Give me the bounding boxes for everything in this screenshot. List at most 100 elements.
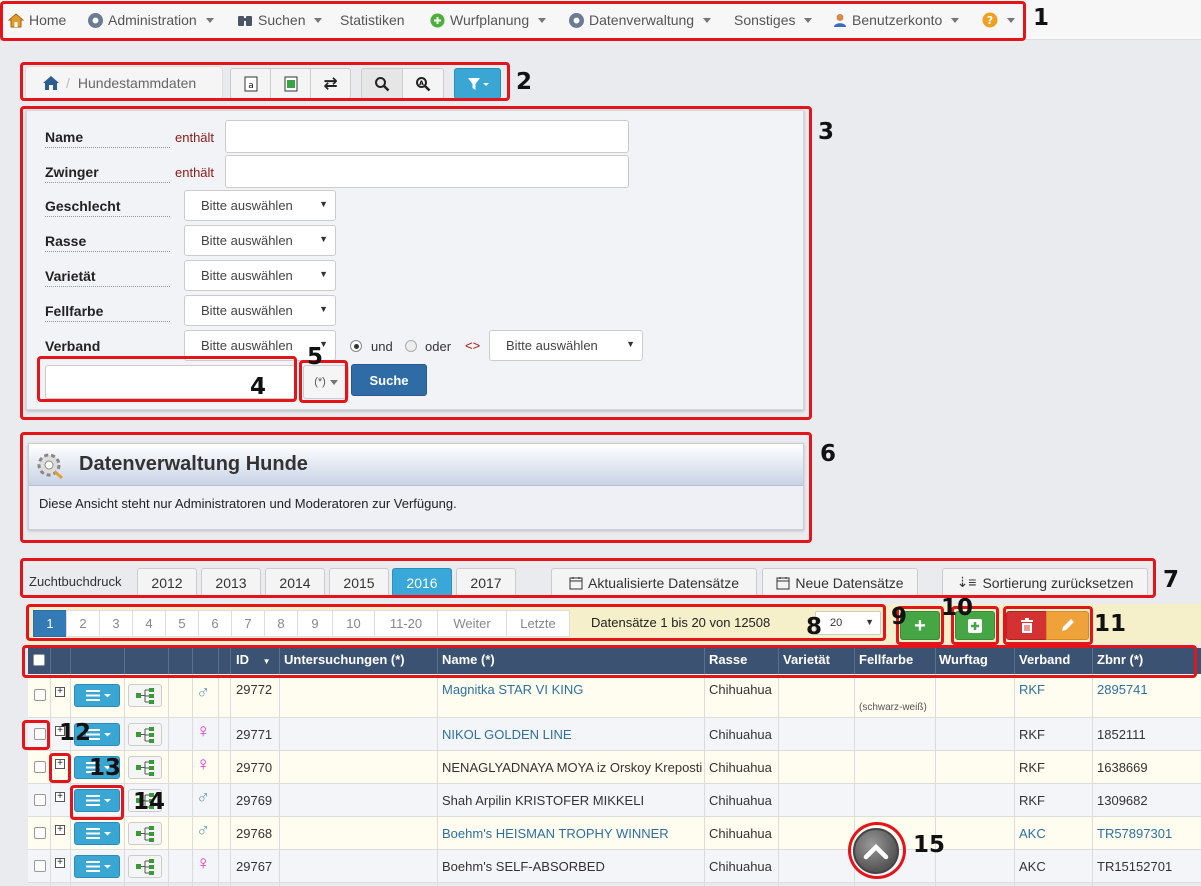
expand-icon[interactable]: +: [55, 792, 65, 802]
cell-verband[interactable]: RKF: [1019, 682, 1045, 697]
zwinger-operator: enthält: [175, 165, 215, 180]
page-next[interactable]: Weiter: [437, 610, 507, 637]
swap-button[interactable]: ⇄: [310, 68, 351, 99]
chevron-down-icon: [804, 17, 813, 23]
col-id[interactable]: ID ▼: [236, 652, 271, 667]
name-operator: enthält: [175, 130, 215, 145]
row-checkbox[interactable]: [34, 794, 46, 806]
nav-suchen[interactable]: Suchen: [237, 12, 323, 28]
not-equal-toggle[interactable]: <>: [465, 338, 480, 353]
nav-administration[interactable]: Administration: [88, 12, 214, 28]
page-range-11-20[interactable]: 11-20: [374, 610, 438, 637]
annotation-10: 10: [941, 595, 974, 621]
cell-zbnr[interactable]: 2895741: [1097, 682, 1148, 697]
scroll-top-button[interactable]: [853, 828, 899, 874]
per-page-select[interactable]: 20 ▼: [815, 611, 881, 635]
column-divider: [230, 674, 231, 886]
search-button[interactable]: [361, 68, 403, 99]
page-9[interactable]: 9: [297, 610, 333, 637]
select-all-checkbox[interactable]: [33, 654, 45, 666]
new-records-button[interactable]: Neue Datensätze: [762, 568, 918, 597]
row-checkbox[interactable]: [34, 827, 46, 839]
expand-icon[interactable]: +: [55, 858, 65, 868]
nav-help[interactable]: ?: [982, 12, 1015, 28]
col-zbnr[interactable]: Zbnr (*): [1097, 652, 1143, 667]
or-label: oder: [425, 339, 452, 354]
page-6[interactable]: 6: [198, 610, 232, 637]
nav-statistiken[interactable]: Statistiken: [340, 12, 405, 28]
nav-benutzerkonto[interactable]: Benutzerkonto: [833, 12, 960, 28]
page-2[interactable]: 2: [66, 610, 100, 637]
year-2014-button[interactable]: 2014: [265, 568, 325, 597]
row-actions-button[interactable]: [74, 855, 120, 878]
page-4[interactable]: 4: [132, 610, 166, 637]
rasse-select[interactable]: Bitte auswählen: [184, 225, 336, 256]
expand-icon[interactable]: +: [55, 759, 65, 769]
row-checkbox[interactable]: [34, 761, 46, 773]
updated-records-button[interactable]: Aktualisierte Datensätze: [551, 568, 757, 597]
page-3[interactable]: 3: [99, 610, 133, 637]
col-wurftag[interactable]: Wurftag: [939, 652, 988, 667]
home-icon[interactable]: [42, 75, 60, 91]
pedigree-button[interactable]: [128, 756, 162, 779]
cell-name[interactable]: Magnitka STAR VI KING: [442, 682, 583, 697]
pedigree-button[interactable]: [128, 723, 162, 746]
row-actions-button[interactable]: [74, 684, 120, 707]
fellfarbe-select[interactable]: Bitte auswählen: [184, 295, 336, 326]
zwinger-input[interactable]: [225, 155, 629, 188]
name-input[interactable]: [225, 120, 629, 153]
search-submit-button[interactable]: Suche: [351, 364, 427, 396]
page-last[interactable]: Letzte: [506, 610, 570, 637]
page-8[interactable]: 8: [264, 610, 298, 637]
row-checkbox[interactable]: [34, 689, 46, 701]
page-5[interactable]: 5: [165, 610, 199, 637]
year-2017-button[interactable]: 2017: [456, 568, 516, 597]
col-fellfarbe[interactable]: Fellfarbe: [859, 652, 913, 667]
zwinger-label: Zwinger: [45, 164, 170, 183]
pedigree-button[interactable]: [128, 684, 162, 707]
year-2013-button[interactable]: 2013: [201, 568, 261, 597]
col-varietaet[interactable]: Varietät: [783, 652, 830, 667]
cell-name[interactable]: NIKOL GOLDEN LINE: [442, 727, 572, 742]
col-verband[interactable]: Verband: [1019, 652, 1070, 667]
export-text-button[interactable]: a: [230, 68, 271, 99]
annotation-3: 3: [818, 119, 835, 145]
export-excel-button[interactable]: [270, 68, 311, 99]
col-rasse[interactable]: Rasse: [709, 652, 747, 667]
page-10[interactable]: 10: [332, 610, 375, 637]
filter-button[interactable]: [454, 68, 501, 99]
expand-icon[interactable]: +: [55, 687, 65, 697]
expand-icon[interactable]: +: [55, 825, 65, 835]
row-actions-button[interactable]: [74, 822, 120, 845]
col-untersuchungen[interactable]: Untersuchungen (*): [284, 652, 405, 667]
pedigree-button[interactable]: [128, 822, 162, 845]
varietaet-select[interactable]: Bitte auswählen: [184, 260, 336, 291]
page-1[interactable]: 1: [33, 610, 67, 637]
nav-wurfplanung[interactable]: Wurfplanung: [430, 12, 547, 28]
edit-button[interactable]: [1046, 611, 1089, 640]
year-2012-button[interactable]: 2012: [137, 568, 197, 597]
row-checkbox[interactable]: [34, 728, 46, 740]
reset-sort-button[interactable]: ⇣≡ Sortierung zurücksetzen: [942, 568, 1148, 597]
geschlecht-select[interactable]: Bitte auswählen: [184, 190, 336, 221]
cell-verband[interactable]: AKC: [1019, 826, 1046, 841]
pedigree-button[interactable]: [128, 855, 162, 878]
or-radio[interactable]: [405, 340, 417, 352]
verband-second-select[interactable]: Bitte auswählen: [489, 330, 643, 361]
col-name[interactable]: Name (*): [442, 652, 495, 667]
and-radio[interactable]: [350, 340, 362, 352]
cell-name[interactable]: Boehm's HEISMAN TROPHY WINNER: [442, 826, 669, 841]
delete-button[interactable]: [1006, 611, 1047, 640]
year-2016-button[interactable]: 2016: [392, 568, 452, 597]
row-actions-button[interactable]: [74, 789, 120, 812]
wildcard-dropdown[interactable]: (*): [303, 365, 349, 399]
annotation-13: 13: [89, 755, 122, 781]
cell-zbnr[interactable]: TR57897301: [1097, 826, 1172, 841]
nav-home[interactable]: Home: [8, 12, 66, 28]
page-7[interactable]: 7: [231, 610, 265, 637]
nav-datenverwaltung[interactable]: Datenverwaltung: [569, 12, 712, 28]
row-checkbox[interactable]: [34, 860, 46, 872]
nav-sonstiges[interactable]: Sonstiges: [734, 12, 813, 28]
advanced-search-button[interactable]: A: [402, 68, 444, 99]
year-2015-button[interactable]: 2015: [329, 568, 389, 597]
